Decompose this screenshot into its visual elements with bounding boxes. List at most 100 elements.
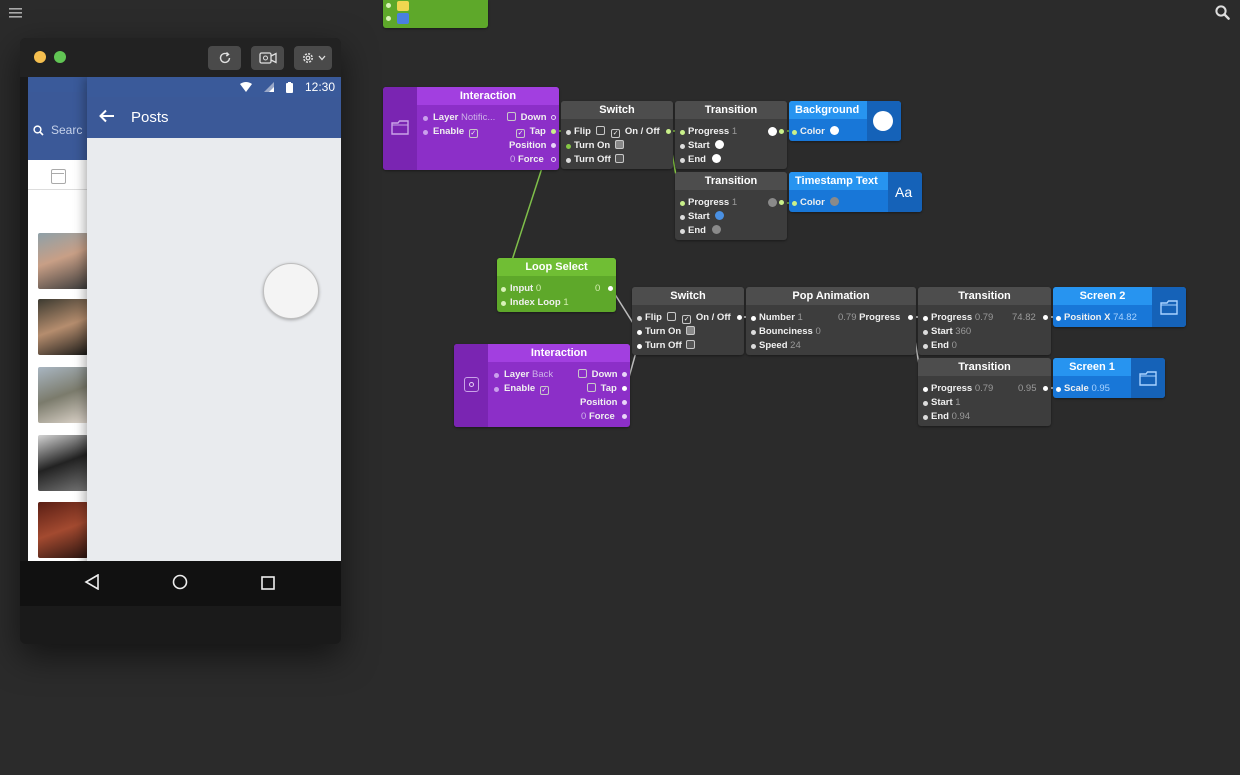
transition-node-background[interactable]: Transition Progress 1 Start End bbox=[675, 101, 787, 169]
port-output[interactable] bbox=[779, 129, 784, 134]
input-flip[interactable]: Flip On / Off bbox=[637, 312, 731, 324]
nav-back-icon[interactable] bbox=[84, 573, 100, 596]
back-arrow-icon[interactable] bbox=[99, 107, 115, 128]
posts-screen[interactable]: 12:30 Posts bbox=[87, 77, 341, 600]
folder-icon[interactable] bbox=[1160, 300, 1178, 320]
nav-home-icon[interactable] bbox=[172, 573, 188, 596]
color-swatch-white[interactable] bbox=[711, 154, 721, 163]
input-color[interactable]: Color bbox=[792, 126, 840, 137]
input-end[interactable]: End 0.94 bbox=[923, 411, 970, 422]
color-swatch-white[interactable] bbox=[830, 126, 840, 135]
port-force-out[interactable] bbox=[551, 157, 556, 162]
port-force-out[interactable] bbox=[622, 414, 627, 419]
interaction-node-back[interactable]: Interaction Layer Back Enable Down Tap P… bbox=[454, 344, 630, 427]
settings-button[interactable] bbox=[294, 46, 332, 70]
pop-animation-node[interactable]: Pop Animation Number 1 Bounciness 0 Spee… bbox=[746, 287, 916, 355]
port-down-out[interactable] bbox=[551, 115, 556, 120]
window-minimize-button[interactable] bbox=[34, 51, 46, 63]
input-position-x[interactable]: Position X 74.82 bbox=[1056, 312, 1137, 323]
output-tap[interactable]: Tap bbox=[585, 383, 617, 394]
touch-indicator[interactable] bbox=[263, 263, 319, 319]
output-force[interactable]: 0 Force bbox=[581, 411, 615, 422]
avatar[interactable] bbox=[38, 502, 88, 558]
input-bounciness[interactable]: Bounciness 0 bbox=[751, 326, 821, 337]
refresh-button[interactable] bbox=[208, 46, 241, 70]
port-onoff-out[interactable] bbox=[666, 129, 671, 134]
input-layer[interactable]: Layer Back bbox=[494, 369, 553, 380]
input-start[interactable]: Start bbox=[680, 140, 725, 151]
input-turn-on[interactable]: Turn On bbox=[566, 140, 626, 151]
input-end[interactable]: End bbox=[680, 154, 721, 165]
record-button[interactable] bbox=[251, 46, 284, 70]
background-layer-node[interactable]: Background Color bbox=[789, 101, 901, 141]
input-turn-off[interactable]: Turn Off bbox=[566, 154, 626, 165]
folder-icon[interactable] bbox=[391, 120, 409, 140]
port-output[interactable] bbox=[908, 315, 913, 320]
color-swatch-gray[interactable] bbox=[830, 197, 840, 206]
output-down[interactable]: Down bbox=[576, 369, 618, 380]
input-layer[interactable]: Layer Notific... bbox=[423, 112, 495, 123]
output-down[interactable]: Down bbox=[505, 112, 547, 123]
transition-node-timestamp[interactable]: Transition Progress 1 Start End bbox=[675, 172, 787, 240]
output-position[interactable]: Position bbox=[509, 140, 546, 151]
loop-select-node[interactable]: Loop Select Input 0 0 Index Loop 1 bbox=[497, 258, 616, 312]
port-down-out[interactable] bbox=[622, 372, 627, 377]
port-output[interactable] bbox=[1043, 315, 1048, 320]
enable-checkbox[interactable] bbox=[539, 386, 549, 395]
input-index-loop[interactable]: Index Loop 1 bbox=[501, 297, 569, 308]
enable-checkbox[interactable] bbox=[468, 129, 478, 138]
screen2-layer-node[interactable]: Screen 2 Position X 74.82 bbox=[1053, 287, 1186, 327]
screen1-layer-node[interactable]: Screen 1 Scale 0.95 bbox=[1053, 358, 1165, 398]
output-position[interactable]: Position bbox=[580, 397, 617, 408]
input-number[interactable]: Number 1 bbox=[751, 312, 803, 323]
avatar[interactable] bbox=[38, 435, 88, 491]
timestamp-text-layer-node[interactable]: Timestamp Text Color Aa bbox=[789, 172, 922, 212]
input-end[interactable]: End bbox=[680, 225, 721, 236]
port-tap-out[interactable] bbox=[622, 386, 627, 391]
input-enable[interactable]: Enable bbox=[494, 383, 551, 395]
input-end[interactable]: End 0 bbox=[923, 340, 957, 351]
input-input[interactable]: Input 0 bbox=[501, 283, 541, 294]
search-field[interactable]: Searc bbox=[33, 118, 93, 142]
switch-node-middle[interactable]: Switch Flip On / Off Turn On Turn Off bbox=[632, 287, 744, 355]
folder-icon[interactable] bbox=[1139, 371, 1157, 391]
port-position-out[interactable] bbox=[551, 143, 556, 148]
port-output[interactable] bbox=[779, 200, 784, 205]
input-progress[interactable]: Progress 1 bbox=[680, 126, 737, 137]
output-force[interactable]: 0 Force bbox=[510, 154, 544, 165]
device-screen[interactable]: Searc 12:30 Posts bbox=[28, 77, 341, 600]
window-zoom-button[interactable] bbox=[54, 51, 66, 63]
input-color[interactable]: Color bbox=[792, 197, 840, 208]
transition-node-scale[interactable]: Transition Progress 0.79 0.95 Start 1 En… bbox=[918, 358, 1051, 426]
layer-circle-icon[interactable] bbox=[464, 377, 479, 392]
input-start[interactable]: Start 360 bbox=[923, 326, 971, 337]
input-turn-off[interactable]: Turn Off bbox=[637, 340, 697, 351]
avatar[interactable] bbox=[38, 367, 88, 423]
nav-recents-icon[interactable] bbox=[261, 573, 275, 596]
port-output[interactable] bbox=[608, 286, 613, 291]
transition-node-position[interactable]: Transition Progress 0.79 74.82 Start 360… bbox=[918, 287, 1051, 355]
input-enable[interactable]: Enable bbox=[423, 126, 480, 138]
input-scale[interactable]: Scale 0.95 bbox=[1056, 383, 1110, 394]
switch-node-top[interactable]: Switch Flip On / Off Turn On Turn Off bbox=[561, 101, 673, 169]
avatar[interactable] bbox=[38, 233, 88, 289]
color-swatch-blue[interactable] bbox=[715, 211, 725, 220]
input-speed[interactable]: Speed 24 bbox=[751, 340, 801, 351]
port-onoff-out[interactable] bbox=[737, 315, 742, 320]
input-start[interactable]: Start 1 bbox=[923, 397, 961, 408]
input-flip[interactable]: Flip On / Off bbox=[566, 126, 660, 138]
input-progress[interactable]: Progress 1 bbox=[680, 197, 737, 208]
avatar[interactable] bbox=[38, 299, 88, 355]
input-start[interactable]: Start bbox=[680, 211, 725, 222]
port-position-out[interactable] bbox=[622, 400, 627, 405]
output-tap[interactable]: Tap bbox=[514, 126, 546, 138]
preview-window[interactable]: Searc 12:30 Posts bbox=[20, 38, 341, 644]
input-progress[interactable]: Progress 0.79 bbox=[923, 312, 993, 323]
interaction-node-notification[interactable]: Interaction Layer Notific... Enable Down… bbox=[383, 87, 559, 170]
color-swatch-gray[interactable] bbox=[711, 225, 721, 234]
port-tap-out[interactable] bbox=[551, 129, 556, 134]
input-progress[interactable]: Progress 0.79 bbox=[923, 383, 993, 394]
input-turn-on[interactable]: Turn On bbox=[637, 326, 697, 337]
port-output[interactable] bbox=[1043, 386, 1048, 391]
compose-icon[interactable] bbox=[51, 169, 66, 184]
